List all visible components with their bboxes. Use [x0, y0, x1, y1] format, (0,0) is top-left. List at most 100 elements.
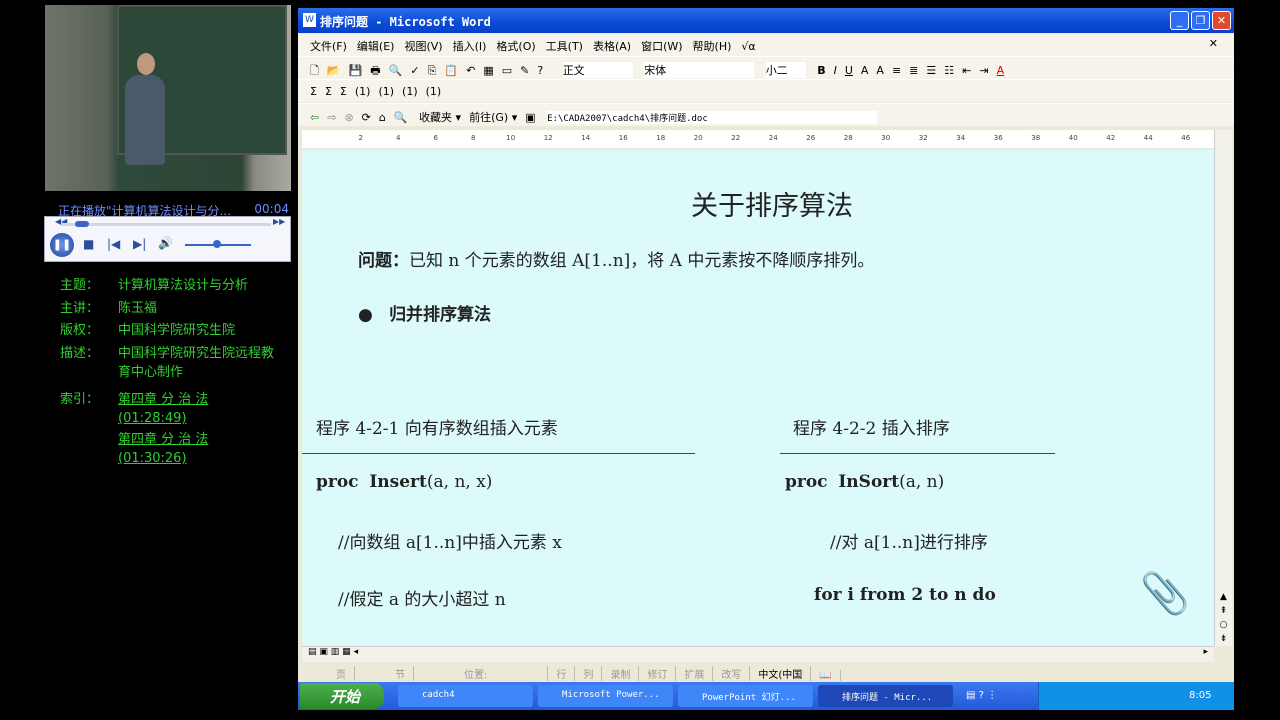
- web-view-icon[interactable]: ▣: [319, 647, 328, 657]
- eq-update-icon[interactable]: (1): [426, 85, 442, 98]
- spelling-status-icon[interactable]: 📖: [811, 670, 841, 681]
- ruler-tick-label: 30: [881, 134, 891, 142]
- horizontal-ruler[interactable]: 2 4 6 8 10 12 14 16 18 20 22 24 26 28 30 32 34 36 38 40 42 44…: [302, 130, 1214, 148]
- eq-ref-icon[interactable]: (1): [378, 85, 394, 98]
- index-link-2[interactable]: 第四章 分 治 法: [118, 432, 208, 447]
- seek-bar[interactable]: [61, 223, 271, 226]
- vertical-scrollbar[interactable]: ▲ ⇞ ○ ⇟: [1214, 130, 1232, 646]
- undo-icon[interactable]: ↶: [466, 64, 475, 77]
- word-app-icon[interactable]: W: [303, 13, 316, 27]
- favorites-button[interactable]: 收藏夹 ▾: [419, 109, 461, 125]
- menu-edit[interactable]: 编辑(E): [357, 40, 395, 53]
- save-icon[interactable]: 💾: [349, 64, 363, 77]
- table-icon[interactable]: ▦: [483, 64, 493, 77]
- menu-table[interactable]: 表格(A): [593, 40, 631, 53]
- spelling-icon[interactable]: ✓: [410, 64, 419, 77]
- menu-format[interactable]: 格式(O): [496, 40, 535, 53]
- show-web-toolbar-icon[interactable]: ▣: [525, 111, 535, 124]
- search-web-icon[interactable]: 🔍: [394, 111, 408, 124]
- close-button[interactable]: ✕: [1212, 11, 1231, 30]
- next-icon[interactable]: ▶|: [133, 237, 146, 251]
- task-word-document[interactable]: 排序问题 - Micr...: [818, 685, 953, 707]
- stop-icon[interactable]: ⊗: [344, 111, 353, 124]
- menu-window[interactable]: 窗口(W): [641, 40, 682, 53]
- pause-icon[interactable]: ❚❚: [50, 233, 74, 257]
- indent-icon[interactable]: ⇤: [962, 64, 971, 77]
- volume-icon[interactable]: 🔊: [158, 236, 173, 250]
- scroll-up-icon[interactable]: ▲: [1215, 590, 1232, 604]
- eq-number-icon[interactable]: (1): [355, 85, 371, 98]
- size-dropdown[interactable]: 小二: [765, 62, 806, 78]
- close-document-icon[interactable]: ✕: [1209, 37, 1218, 50]
- select-browse-icon[interactable]: ○: [1215, 618, 1232, 632]
- office-assistant-clippy[interactable]: 📎: [1140, 570, 1190, 617]
- horizontal-scrollbar[interactable]: ▤ ▣ ▥ ▦ ◂ ▸: [302, 646, 1214, 662]
- back-icon[interactable]: ⇦: [310, 111, 319, 124]
- status-track-changes[interactable]: 修订: [639, 666, 677, 681]
- prev-page-icon[interactable]: ⇞: [1215, 604, 1232, 618]
- menu-help[interactable]: 帮助(H): [693, 40, 732, 53]
- index-link-2-time[interactable]: (01:30:26): [118, 451, 187, 466]
- help-icon[interactable]: ?: [537, 64, 543, 77]
- document-page[interactable]: 关于排序算法 问题：已知 n 个元素的数组 A[1..n]，将 A 中元素按不降…: [302, 150, 1214, 646]
- italic-icon[interactable]: I: [834, 64, 837, 77]
- paste-icon[interactable]: 📋: [444, 64, 458, 77]
- center-icon[interactable]: ≣: [909, 64, 918, 77]
- bold-icon[interactable]: B: [817, 64, 825, 77]
- stop-icon[interactable]: ■: [83, 237, 94, 251]
- menu-tools[interactable]: 工具(T): [546, 40, 583, 53]
- menu-view[interactable]: 视图(V): [404, 40, 442, 53]
- outdent-icon[interactable]: ⇥: [979, 64, 988, 77]
- font-color-icon[interactable]: A: [997, 64, 1005, 77]
- seek-thumb[interactable]: [75, 221, 89, 227]
- status-record[interactable]: 录制: [602, 666, 640, 681]
- status-overtype[interactable]: 改写: [713, 666, 751, 681]
- task-cadch4[interactable]: cadch4: [398, 685, 533, 707]
- menu-file[interactable]: 文件(F): [310, 40, 347, 53]
- volume-thumb[interactable]: [213, 240, 221, 248]
- menu-insert[interactable]: 插入(I): [453, 40, 487, 53]
- style-dropdown[interactable]: 正文: [562, 62, 633, 78]
- numbering-icon[interactable]: ☰: [926, 64, 936, 77]
- sum-limits-icon[interactable]: Σ: [340, 85, 347, 98]
- drawing-icon[interactable]: ✎: [520, 64, 529, 77]
- eq-fraction-icon[interactable]: (1): [402, 85, 418, 98]
- refresh-icon[interactable]: ⟳: [362, 111, 371, 124]
- menu-equation[interactable]: √α: [741, 40, 755, 53]
- scroll-left-icon[interactable]: ◂: [354, 647, 359, 657]
- normal-view-icon[interactable]: ▤: [308, 647, 317, 657]
- font-dropdown[interactable]: 宋体: [644, 62, 755, 78]
- address-field[interactable]: E:\CADA2007\cadch4\排序问题.doc: [547, 111, 878, 124]
- bullets-icon[interactable]: ☷: [944, 64, 954, 77]
- start-button[interactable]: 开始: [300, 683, 384, 709]
- minimize-button[interactable]: _: [1170, 11, 1189, 30]
- scroll-right-icon[interactable]: ▸: [1203, 647, 1208, 657]
- quick-launch-icons[interactable]: ▤ ? ⋮: [966, 690, 997, 701]
- sum-under-icon[interactable]: Σ: [325, 85, 332, 98]
- char-border-icon[interactable]: A: [861, 64, 869, 77]
- forward-icon[interactable]: ⇨: [327, 111, 336, 124]
- align-icon[interactable]: ≡: [892, 64, 901, 77]
- char-shading-icon[interactable]: A: [876, 64, 884, 77]
- home-icon[interactable]: ⌂: [379, 111, 386, 124]
- underline-icon[interactable]: U: [845, 64, 853, 77]
- task-powerpoint[interactable]: Microsoft Power...: [538, 685, 673, 707]
- go-button[interactable]: 前往(G) ▾: [469, 109, 517, 125]
- columns-icon[interactable]: ▭: [502, 64, 512, 77]
- print-preview-icon[interactable]: 🔍: [389, 64, 403, 77]
- copy-icon[interactable]: ⎘: [428, 64, 437, 78]
- previous-icon[interactable]: |◀: [107, 237, 120, 251]
- print-view-icon[interactable]: ▥: [331, 647, 340, 657]
- task-powerpoint-slideshow[interactable]: PowerPoint 幻灯...: [678, 685, 813, 707]
- status-extend[interactable]: 扩展: [676, 666, 714, 681]
- open-icon[interactable]: 📂: [327, 64, 341, 77]
- next-page-icon[interactable]: ⇟: [1215, 632, 1232, 646]
- outline-view-icon[interactable]: ▦: [342, 647, 351, 657]
- restore-button[interactable]: ❐: [1191, 11, 1210, 30]
- index-link-1[interactable]: 第四章 分 治 法: [118, 392, 208, 407]
- lecture-video[interactable]: [45, 5, 291, 191]
- sum-icon[interactable]: Σ: [310, 85, 317, 98]
- index-link-1-time[interactable]: (01:28:49): [118, 411, 187, 426]
- title-bar[interactable]: 排序问题 - Microsoft Word: [298, 8, 1234, 33]
- fast-forward-icon[interactable]: ▶▶: [273, 217, 285, 226]
